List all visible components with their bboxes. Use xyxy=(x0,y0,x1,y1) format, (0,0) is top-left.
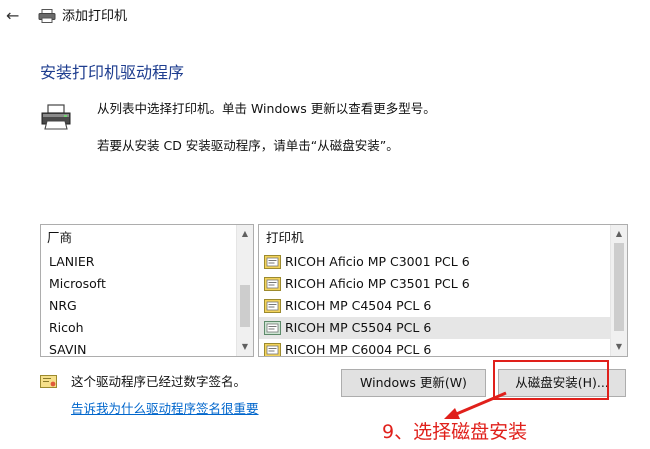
printer-item[interactable]: RICOH MP C6004 PCL 6 xyxy=(259,339,611,357)
printer-item[interactable]: RICOH Aficio MP C3501 PCL 6 xyxy=(259,273,611,295)
scroll-down-icon[interactable]: ▼ xyxy=(237,339,253,355)
printer-item-label: RICOH Aficio MP C3001 PCL 6 xyxy=(285,254,470,269)
printer-driver-icon xyxy=(264,299,281,313)
window-title: 添加打印机 xyxy=(62,9,128,24)
back-arrow-icon[interactable]: ← xyxy=(6,7,26,25)
manufacturer-list[interactable]: 厂商 LANIER Microsoft NRG Ricoh SAVIN ▲ ▼ xyxy=(40,224,254,357)
signature-status: 这个驱动程序已经过数字签名。 xyxy=(71,374,247,389)
printer-icon xyxy=(41,104,71,130)
manufacturer-scrollbar[interactable]: ▲ ▼ xyxy=(236,225,253,356)
scroll-thumb[interactable] xyxy=(614,243,624,331)
manufacturer-items: LANIER Microsoft NRG Ricoh SAVIN xyxy=(41,251,235,356)
printer-list[interactable]: 打印机 RICOH Aficio MP C3001 PCL 6 RICOH Af… xyxy=(258,224,628,357)
printer-item[interactable]: RICOH MP C4504 PCL 6 xyxy=(259,295,611,317)
scroll-thumb[interactable] xyxy=(240,285,250,327)
printer-driver-icon xyxy=(264,321,281,335)
manufacturer-item-nrg[interactable]: NRG xyxy=(41,295,235,317)
manufacturer-list-header: 厂商 xyxy=(47,230,73,245)
printer-list-header: 打印机 xyxy=(266,230,304,245)
printer-driver-icon xyxy=(264,277,281,291)
printer-items: RICOH Aficio MP C3001 PCL 6 RICOH Aficio… xyxy=(259,251,611,357)
info-text-select: 从列表中选择打印机。单击 Windows 更新以查看更多型号。 xyxy=(97,101,436,116)
have-disk-button[interactable]: 从磁盘安装(H)... xyxy=(498,369,626,397)
title-bar: ← 添加打印机 xyxy=(0,0,650,34)
page-heading: 安装打印机驱动程序 xyxy=(40,63,185,82)
printer-scrollbar[interactable]: ▲ ▼ xyxy=(610,225,627,356)
scroll-down-icon[interactable]: ▼ xyxy=(611,339,627,355)
certificate-icon xyxy=(40,375,57,388)
scroll-up-icon[interactable]: ▲ xyxy=(237,226,253,242)
printer-item-label: RICOH MP C6004 PCL 6 xyxy=(285,342,432,357)
printer-item-label: RICOH Aficio MP C3501 PCL 6 xyxy=(285,276,470,291)
printer-driver-icon xyxy=(264,343,281,356)
printer-item-label: RICOH MP C4504 PCL 6 xyxy=(285,298,432,313)
printer-icon xyxy=(38,9,56,23)
signature-info-link[interactable]: 告诉我为什么驱动程序签名很重要 xyxy=(71,401,259,417)
annotation-text: 9、选择磁盘安装 xyxy=(382,421,528,443)
manufacturer-item-ricoh[interactable]: Ricoh xyxy=(41,317,235,339)
printer-item[interactable]: RICOH Aficio MP C3001 PCL 6 xyxy=(259,251,611,273)
manufacturer-item-savin[interactable]: SAVIN xyxy=(41,339,235,356)
scroll-up-icon[interactable]: ▲ xyxy=(611,226,627,242)
annotation-arrow-icon xyxy=(444,391,507,419)
printer-driver-icon xyxy=(264,255,281,269)
printer-item-selected[interactable]: RICOH MP C5504 PCL 6 xyxy=(259,317,611,339)
printer-item-label: RICOH MP C5504 PCL 6 xyxy=(285,320,432,335)
manufacturer-item-microsoft[interactable]: Microsoft xyxy=(41,273,235,295)
info-text-disk: 若要从安装 CD 安装驱动程序，请单击“从磁盘安装”。 xyxy=(97,138,399,153)
manufacturer-item-lanier[interactable]: LANIER xyxy=(41,251,235,273)
